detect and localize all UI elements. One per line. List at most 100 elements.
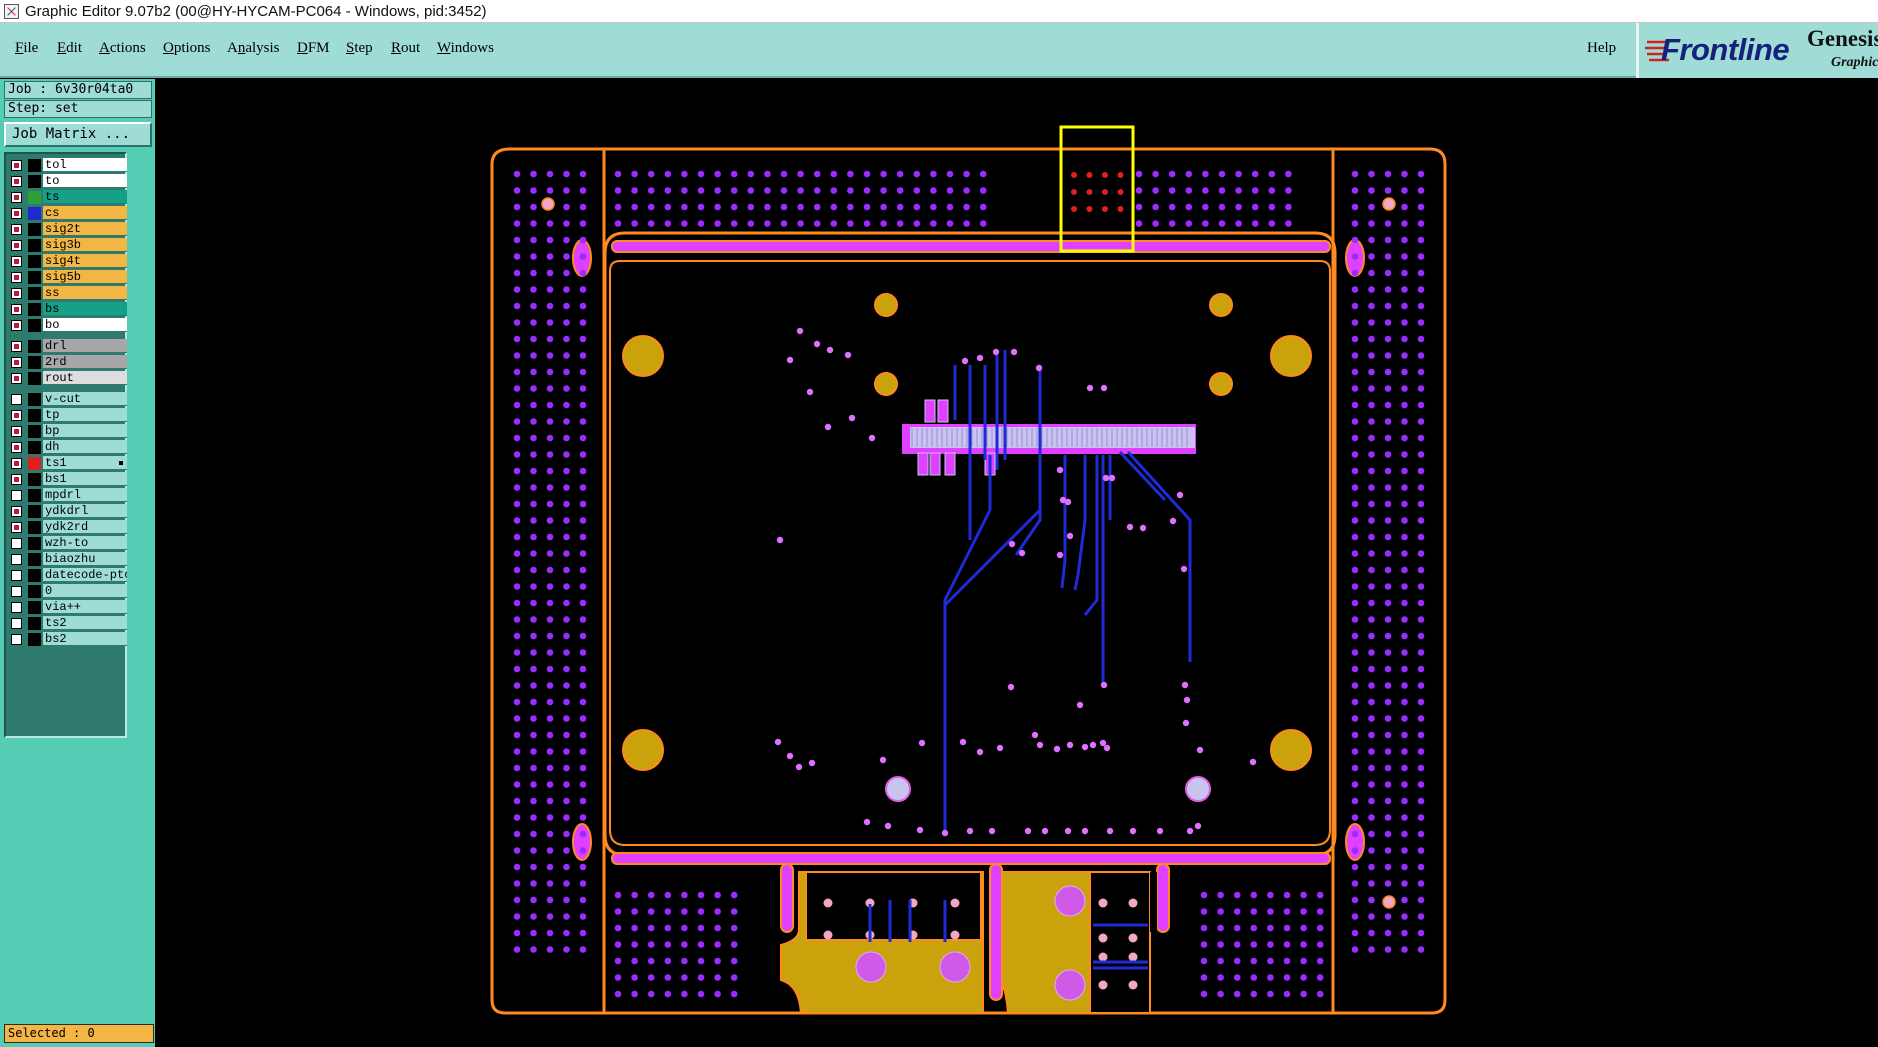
layer-checkbox[interactable] xyxy=(11,506,22,517)
layer-row-sig4t[interactable]: sig4t xyxy=(8,254,127,268)
layer-name[interactable]: ts xyxy=(43,190,127,204)
layer-row-0[interactable]: 0 xyxy=(8,584,127,598)
layer-color-swatch[interactable] xyxy=(28,425,41,438)
layer-name[interactable]: dh xyxy=(43,440,127,454)
layer-checkbox[interactable] xyxy=(11,341,22,352)
layer-color-swatch[interactable] xyxy=(28,585,41,598)
menu-dfm[interactable]: DFM xyxy=(297,40,330,57)
menu-windows[interactable]: Windows xyxy=(437,40,494,57)
layer-name[interactable]: via++ xyxy=(43,600,127,614)
layer-row-rout[interactable]: rout xyxy=(8,371,127,385)
layer-color-swatch[interactable] xyxy=(28,207,41,220)
layer-name[interactable]: bp xyxy=(43,424,127,438)
layer-checkbox[interactable] xyxy=(11,272,22,283)
layer-color-swatch[interactable] xyxy=(28,255,41,268)
layer-row-wzh-to[interactable]: wzh-to xyxy=(8,536,127,550)
menu-options[interactable]: Options xyxy=(163,40,211,57)
layer-color-swatch[interactable] xyxy=(28,601,41,614)
layer-name[interactable]: sig4t xyxy=(43,254,127,268)
menu-rout[interactable]: Rout xyxy=(391,40,420,57)
layer-color-swatch[interactable] xyxy=(28,393,41,406)
layer-name[interactable]: sig5b xyxy=(43,270,127,284)
layer-color-swatch[interactable] xyxy=(28,271,41,284)
layer-row-tol[interactable]: tol xyxy=(8,158,127,172)
layer-row-bs1[interactable]: bs1 xyxy=(8,472,127,486)
layer-color-swatch[interactable] xyxy=(28,441,41,454)
layer-name[interactable]: 0 xyxy=(43,584,127,598)
layer-color-swatch[interactable] xyxy=(28,223,41,236)
layer-row-mpdrl[interactable]: mpdrl xyxy=(8,488,127,502)
layer-name[interactable]: biaozhu xyxy=(43,552,127,566)
layer-row-ydkdrl[interactable]: ydkdrl xyxy=(8,504,127,518)
layer-name[interactable]: drl xyxy=(43,339,127,353)
layer-row-2rd[interactable]: 2rd xyxy=(8,355,127,369)
layer-name[interactable]: cs xyxy=(43,206,127,220)
layer-name[interactable]: mpdrl xyxy=(43,488,127,502)
layer-color-swatch[interactable] xyxy=(28,340,41,353)
layer-row-datecode-ptc[interactable]: datecode-ptc xyxy=(8,568,127,582)
layer-checkbox[interactable] xyxy=(11,586,22,597)
layer-name[interactable]: sig2t xyxy=(43,222,127,236)
layer-color-swatch[interactable] xyxy=(28,569,41,582)
layer-row-sig3b[interactable]: sig3b xyxy=(8,238,127,252)
layer-checkbox[interactable] xyxy=(11,320,22,331)
layer-color-swatch[interactable] xyxy=(28,617,41,630)
layer-color-swatch[interactable] xyxy=(28,191,41,204)
layer-color-swatch[interactable] xyxy=(28,489,41,502)
layer-checkbox[interactable] xyxy=(11,240,22,251)
layer-name[interactable]: to xyxy=(43,174,127,188)
layer-checkbox[interactable] xyxy=(11,554,22,565)
layer-row-ts1[interactable]: ts1 xyxy=(8,456,127,470)
layer-row-via++[interactable]: via++ xyxy=(8,600,127,614)
layer-checkbox[interactable] xyxy=(11,410,22,421)
layer-checkbox[interactable] xyxy=(11,442,22,453)
job-matrix-button[interactable]: Job Matrix ... xyxy=(4,122,152,147)
layer-checkbox[interactable] xyxy=(11,618,22,629)
layer-row-bs[interactable]: bs xyxy=(8,302,127,316)
layer-name[interactable]: tp xyxy=(43,408,127,422)
layer-row-sig2t[interactable]: sig2t xyxy=(8,222,127,236)
layer-color-swatch[interactable] xyxy=(28,473,41,486)
menu-actions[interactable]: Actions xyxy=(99,40,146,57)
layer-color-swatch[interactable] xyxy=(28,521,41,534)
layer-name[interactable]: bs xyxy=(43,302,127,316)
graphic-canvas[interactable] xyxy=(155,79,1878,1047)
layer-color-swatch[interactable] xyxy=(28,175,41,188)
layer-name[interactable]: bs1 xyxy=(43,472,127,486)
menu-analysis[interactable]: Analysis xyxy=(227,40,280,57)
layer-row-dh[interactable]: dh xyxy=(8,440,127,454)
layer-row-ts[interactable]: ts xyxy=(8,190,127,204)
layer-name[interactable]: datecode-ptc xyxy=(43,568,127,582)
layer-checkbox[interactable] xyxy=(11,474,22,485)
layer-checkbox[interactable] xyxy=(11,373,22,384)
layer-color-swatch[interactable] xyxy=(28,372,41,385)
layer-checkbox[interactable] xyxy=(11,160,22,171)
layer-name[interactable]: tol xyxy=(43,158,127,172)
layer-row-cs[interactable]: cs xyxy=(8,206,127,220)
layer-checkbox[interactable] xyxy=(11,458,22,469)
layer-row-biaozhu[interactable]: biaozhu xyxy=(8,552,127,566)
layer-checkbox[interactable] xyxy=(11,490,22,501)
layer-row-ss[interactable]: ss xyxy=(8,286,127,300)
layer-color-swatch[interactable] xyxy=(28,287,41,300)
layer-checkbox[interactable] xyxy=(11,634,22,645)
layer-color-swatch[interactable] xyxy=(28,457,41,470)
layer-color-swatch[interactable] xyxy=(28,409,41,422)
layer-row-ydk2rd[interactable]: ydk2rd xyxy=(8,520,127,534)
layer-color-swatch[interactable] xyxy=(28,356,41,369)
layer-name[interactable]: ts2 xyxy=(43,616,127,630)
layer-row-to[interactable]: to xyxy=(8,174,127,188)
layer-row-v-cut[interactable]: v-cut xyxy=(8,392,127,406)
layer-checkbox[interactable] xyxy=(11,288,22,299)
layer-name[interactable]: 2rd xyxy=(43,355,127,369)
layer-name[interactable]: ss xyxy=(43,286,127,300)
layer-row-bo[interactable]: bo xyxy=(8,318,127,332)
layer-row-sig5b[interactable]: sig5b xyxy=(8,270,127,284)
layer-checkbox[interactable] xyxy=(11,394,22,405)
layer-name[interactable]: ts1 xyxy=(43,456,127,470)
layer-name[interactable]: sig3b xyxy=(43,238,127,252)
layer-color-swatch[interactable] xyxy=(28,159,41,172)
layer-name[interactable]: wzh-to xyxy=(43,536,127,550)
layer-name[interactable]: ydk2rd xyxy=(43,520,127,534)
menu-file[interactable]: File xyxy=(15,40,38,57)
